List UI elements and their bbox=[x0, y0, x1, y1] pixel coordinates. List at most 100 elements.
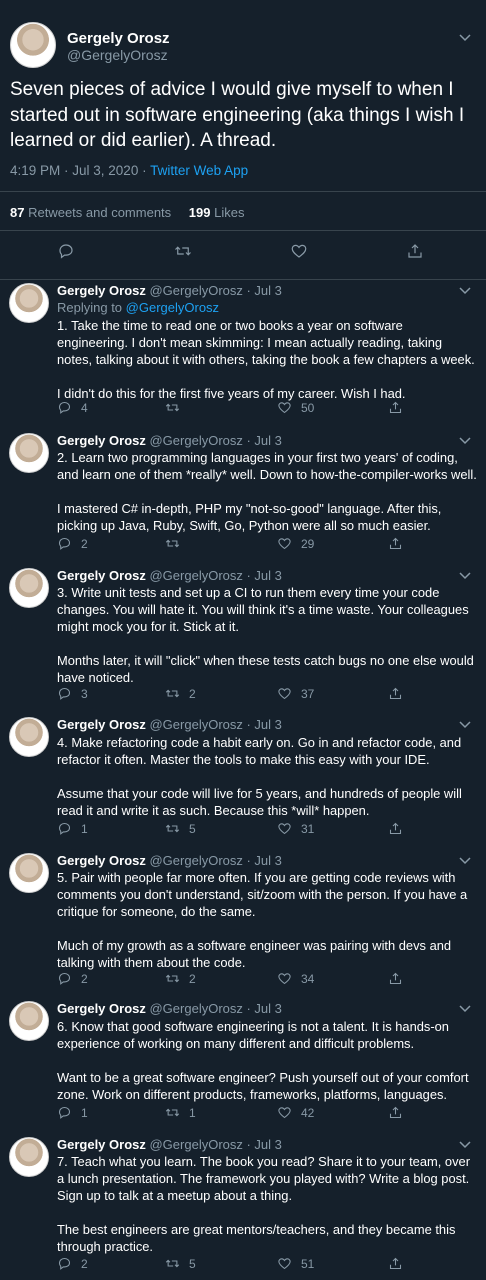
retweets-label[interactable]: Retweets and comments bbox=[28, 205, 171, 220]
author-avatar[interactable] bbox=[9, 433, 49, 473]
share-upload-icon[interactable] bbox=[388, 971, 403, 986]
speech-bubble-icon[interactable] bbox=[57, 686, 72, 701]
replying-to: Replying to @GergelyOrosz bbox=[57, 300, 219, 315]
chevron-down-icon[interactable] bbox=[458, 30, 472, 44]
author-name[interactable]: Gergely Orosz bbox=[57, 1001, 146, 1016]
author-avatar[interactable] bbox=[9, 283, 49, 323]
author-name[interactable]: Gergely Orosz bbox=[57, 433, 146, 448]
speech-bubble-icon[interactable] bbox=[57, 821, 72, 836]
like-count: 29 bbox=[301, 537, 315, 551]
tweet-text: 3. Write unit tests and set up a CI to r… bbox=[57, 585, 474, 685]
share-upload-icon[interactable] bbox=[388, 1105, 403, 1120]
share-upload-icon[interactable] bbox=[388, 686, 403, 701]
author-name[interactable]: Gergely Orosz bbox=[57, 853, 146, 868]
share-upload-icon[interactable] bbox=[388, 536, 403, 551]
author-avatar[interactable] bbox=[10, 22, 56, 68]
handle-and-date[interactable]: @GergelyOrosz · Jul 3 bbox=[146, 717, 281, 732]
author-name[interactable]: Gergely Orosz bbox=[57, 568, 146, 583]
tweet-header: Gergely Orosz @GergelyOrosz · Jul 3 bbox=[57, 433, 282, 448]
retweet-arrows-icon[interactable] bbox=[165, 536, 180, 551]
author-avatar[interactable] bbox=[9, 1001, 49, 1041]
handle-and-date[interactable]: @GergelyOrosz · Jul 3 bbox=[146, 568, 281, 583]
retweets-count[interactable]: 87 bbox=[10, 205, 24, 220]
like-count: 34 bbox=[301, 972, 315, 986]
share-upload-icon[interactable] bbox=[388, 400, 403, 415]
heart-icon[interactable] bbox=[277, 686, 292, 701]
speech-bubble-icon[interactable] bbox=[57, 971, 72, 986]
author-avatar[interactable] bbox=[9, 1137, 49, 1177]
handle-and-date[interactable]: @GergelyOrosz · Jul 3 bbox=[146, 283, 281, 298]
retweet-arrows-icon[interactable] bbox=[165, 971, 180, 986]
retweet-arrows-icon[interactable] bbox=[165, 1105, 180, 1120]
heart-icon[interactable] bbox=[277, 1256, 292, 1271]
chevron-down-icon[interactable] bbox=[458, 853, 472, 867]
likes-count[interactable]: 199 bbox=[189, 205, 211, 220]
author-avatar[interactable] bbox=[9, 568, 49, 608]
tweet-actions: 1 1 42 bbox=[57, 1105, 467, 1121]
author-avatar[interactable] bbox=[9, 853, 49, 893]
retweet-arrows-icon[interactable] bbox=[174, 242, 192, 260]
tweet-time[interactable]: 4:19 PM · Jul 3, 2020 · bbox=[10, 163, 150, 178]
author-handle[interactable]: @GergelyOrosz bbox=[67, 47, 168, 63]
handle-and-date[interactable]: @GergelyOrosz · Jul 3 bbox=[146, 853, 281, 868]
author-name[interactable]: Gergely Orosz bbox=[57, 283, 146, 298]
retweet-count: 2 bbox=[189, 687, 196, 701]
chevron-down-icon[interactable] bbox=[458, 717, 472, 731]
handle-and-date[interactable]: @GergelyOrosz · Jul 3 bbox=[146, 1001, 281, 1016]
retweet-arrows-icon[interactable] bbox=[165, 1256, 180, 1271]
like-count: 50 bbox=[301, 401, 315, 415]
tweet-header: Gergely Orosz @GergelyOrosz · Jul 3 bbox=[57, 283, 282, 298]
handle-and-date[interactable]: @GergelyOrosz · Jul 3 bbox=[146, 433, 281, 448]
share-upload-icon[interactable] bbox=[406, 242, 424, 260]
speech-bubble-icon[interactable] bbox=[57, 536, 72, 551]
reply-count: 2 bbox=[81, 537, 88, 551]
heart-icon[interactable] bbox=[290, 242, 308, 260]
likes-label[interactable]: Likes bbox=[214, 205, 244, 220]
retweet-count: 2 bbox=[189, 972, 196, 986]
chevron-down-icon[interactable] bbox=[458, 283, 472, 297]
reply-count: 1 bbox=[81, 822, 88, 836]
heart-icon[interactable] bbox=[277, 1105, 292, 1120]
retweet-count: 5 bbox=[189, 1257, 196, 1271]
tweet-header: Gergely Orosz @GergelyOrosz · Jul 3 bbox=[57, 717, 282, 732]
chevron-down-icon[interactable] bbox=[458, 433, 472, 447]
chevron-down-icon[interactable] bbox=[458, 1001, 472, 1015]
speech-bubble-icon[interactable] bbox=[57, 1256, 72, 1271]
tweet-source-app[interactable]: Twitter Web App bbox=[150, 163, 248, 178]
retweet-arrows-icon[interactable] bbox=[165, 400, 180, 415]
retweet-arrows-icon[interactable] bbox=[165, 686, 180, 701]
author-name[interactable]: Gergely Orosz bbox=[57, 1137, 146, 1152]
tweet-header: Gergely Orosz @GergelyOrosz · Jul 3 bbox=[57, 1001, 282, 1016]
mention-link[interactable]: @GergelyOrosz bbox=[126, 300, 219, 315]
handle-and-date[interactable]: @GergelyOrosz · Jul 3 bbox=[146, 1137, 281, 1152]
reply-count: 4 bbox=[81, 401, 88, 415]
tweet-header: Gergely Orosz @GergelyOrosz · Jul 3 bbox=[57, 568, 282, 583]
retweet-arrows-icon[interactable] bbox=[165, 821, 180, 836]
like-count: 31 bbox=[301, 822, 315, 836]
author-avatar[interactable] bbox=[9, 717, 49, 757]
heart-icon[interactable] bbox=[277, 821, 292, 836]
heart-icon[interactable] bbox=[277, 971, 292, 986]
tweet-header: Gergely Orosz @GergelyOrosz · Jul 3 bbox=[57, 853, 282, 868]
author-name[interactable]: Gergely Orosz bbox=[57, 717, 146, 732]
tweet-stats: 87 Retweets and comments 199 Likes bbox=[10, 205, 244, 220]
heart-icon[interactable] bbox=[277, 400, 292, 415]
retweet-count: 5 bbox=[189, 822, 196, 836]
author-name[interactable]: Gergely Orosz bbox=[67, 30, 170, 47]
tweet-actions: 2 5 51 bbox=[57, 1256, 467, 1272]
tweet-text: 7. Teach what you learn. The book you re… bbox=[57, 1154, 470, 1254]
tweet-header: Gergely Orosz @GergelyOrosz · Jul 3 bbox=[57, 1137, 282, 1152]
heart-icon[interactable] bbox=[277, 536, 292, 551]
divider bbox=[0, 191, 486, 192]
share-upload-icon[interactable] bbox=[388, 821, 403, 836]
share-upload-icon[interactable] bbox=[388, 1256, 403, 1271]
tweet-text: 4. Make refactoring code a habit early o… bbox=[57, 735, 462, 818]
tweet-text: 2. Learn two programming languages in yo… bbox=[57, 450, 477, 533]
chevron-down-icon[interactable] bbox=[458, 1137, 472, 1151]
reply-count: 2 bbox=[81, 972, 88, 986]
tweet-text: 5. Pair with people far more often. If y… bbox=[57, 870, 468, 970]
speech-bubble-icon[interactable] bbox=[57, 1105, 72, 1120]
chevron-down-icon[interactable] bbox=[458, 568, 472, 582]
speech-bubble-icon[interactable] bbox=[57, 242, 75, 260]
speech-bubble-icon[interactable] bbox=[57, 400, 72, 415]
